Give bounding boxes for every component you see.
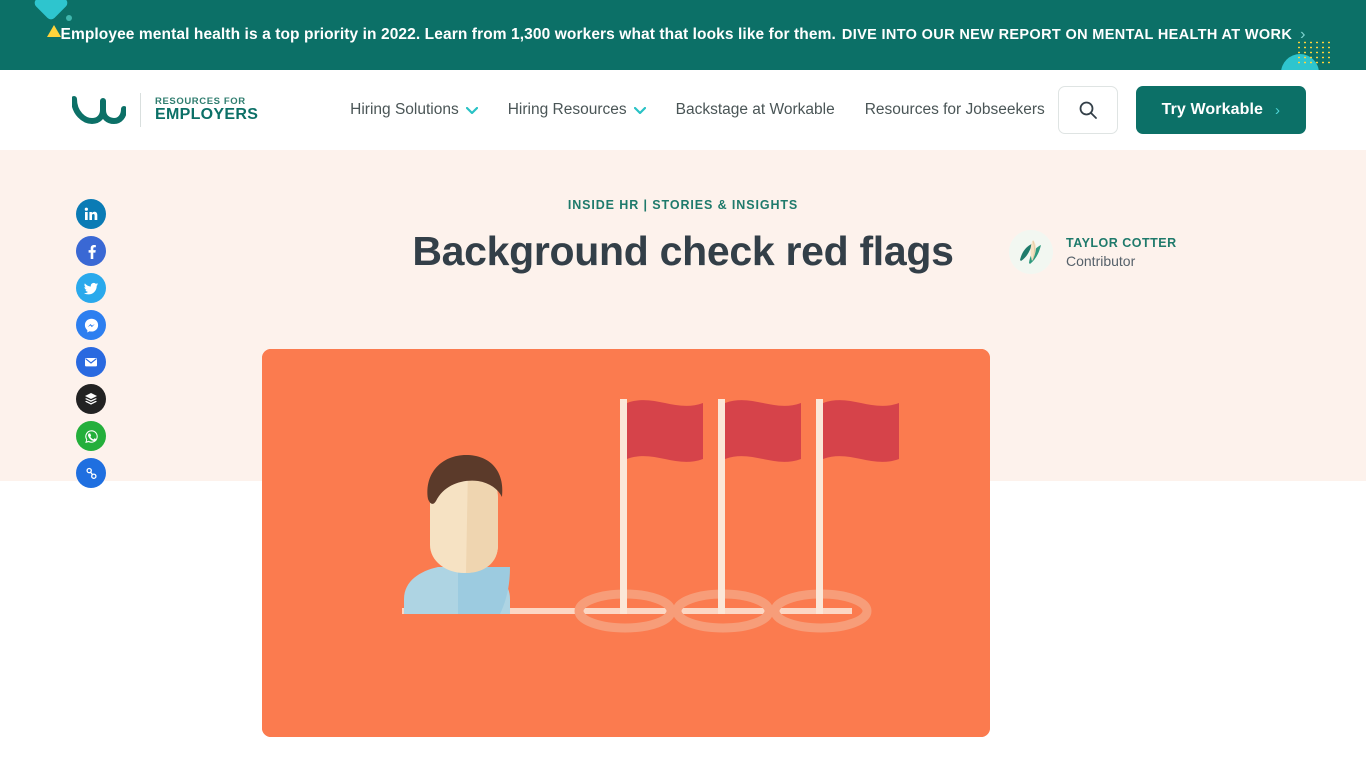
- nav-label: Resources for Jobseekers: [864, 101, 1045, 118]
- facebook-icon: [88, 245, 96, 259]
- search-icon: [1079, 101, 1097, 119]
- red-flags-illustration-icon: [262, 349, 990, 737]
- brand-line-2: EMPLOYERS: [155, 105, 259, 123]
- share-twitter-button[interactable]: [76, 273, 106, 303]
- triangle-decoration-icon: [47, 25, 61, 37]
- share-buffer-button[interactable]: [76, 384, 106, 414]
- diamond-decoration-icon: [32, 0, 70, 22]
- share-linkedin-button[interactable]: [76, 199, 106, 229]
- social-share-rail: [76, 199, 106, 488]
- share-whatsapp-button[interactable]: [76, 421, 106, 451]
- share-messenger-button[interactable]: [76, 310, 106, 340]
- nav-label: Backstage at Workable: [675, 101, 835, 118]
- nav-label: Hiring Resources: [507, 101, 627, 118]
- try-workable-button[interactable]: Try Workable ›: [1135, 86, 1306, 134]
- avatar: [1009, 230, 1053, 274]
- nav-item-hiring-resources[interactable]: Hiring Resources: [508, 101, 646, 119]
- nav-label: Hiring Solutions: [350, 101, 459, 118]
- nav-item-resources-for-jobseekers[interactable]: Resources for Jobseekers: [865, 101, 1045, 119]
- article-hero-image: [262, 349, 990, 737]
- author-role: Contributor: [1066, 252, 1136, 269]
- chevron-down-icon: [633, 106, 646, 114]
- search-button[interactable]: [1057, 86, 1118, 134]
- link-icon: [85, 467, 97, 479]
- chevron-right-icon: ›: [1300, 26, 1306, 43]
- promo-message: Employee mental health is a top priority…: [60, 26, 836, 43]
- main-navigation: Hiring Solutions Hiring Resources Backst…: [350, 101, 1045, 119]
- email-icon: [85, 358, 97, 367]
- author-name: TAYLOR COTTER: [1066, 235, 1177, 250]
- linkedin-icon: [84, 207, 98, 220]
- share-email-button[interactable]: [76, 347, 106, 377]
- promo-cta-link[interactable]: DIVE INTO OUR NEW REPORT ON MENTAL HEALT…: [842, 27, 1292, 43]
- buffer-icon: [85, 393, 97, 405]
- nav-item-backstage-at-workable[interactable]: Backstage at Workable: [676, 101, 835, 119]
- promo-content: Employee mental health is a top priority…: [61, 26, 1306, 44]
- brand-logo[interactable]: RESOURCES FOR EMPLOYERS: [72, 93, 258, 127]
- chevron-right-icon: ›: [1275, 101, 1280, 119]
- article-category[interactable]: INSIDE HR | STORIES & INSIGHTS: [0, 198, 1366, 212]
- dot-decoration-icon: [66, 15, 72, 21]
- header-actions: Try Workable ›: [1057, 86, 1306, 134]
- brand-divider: [140, 93, 141, 127]
- promo-banner: Employee mental health is a top priority…: [0, 0, 1366, 70]
- whatsapp-icon: [84, 429, 98, 443]
- share-facebook-button[interactable]: [76, 236, 106, 266]
- site-header: RESOURCES FOR EMPLOYERS Hiring Solutions…: [0, 70, 1366, 150]
- article-author[interactable]: TAYLOR COTTER Contributor: [1009, 230, 1177, 274]
- twitter-icon: [83, 282, 98, 294]
- chevron-down-icon: [465, 106, 478, 114]
- messenger-icon: [84, 318, 98, 333]
- try-workable-label: Try Workable: [1161, 101, 1263, 118]
- copy-link-button[interactable]: [76, 458, 106, 488]
- workable-logo-icon: [72, 96, 126, 125]
- nav-item-hiring-solutions[interactable]: Hiring Solutions: [350, 101, 478, 119]
